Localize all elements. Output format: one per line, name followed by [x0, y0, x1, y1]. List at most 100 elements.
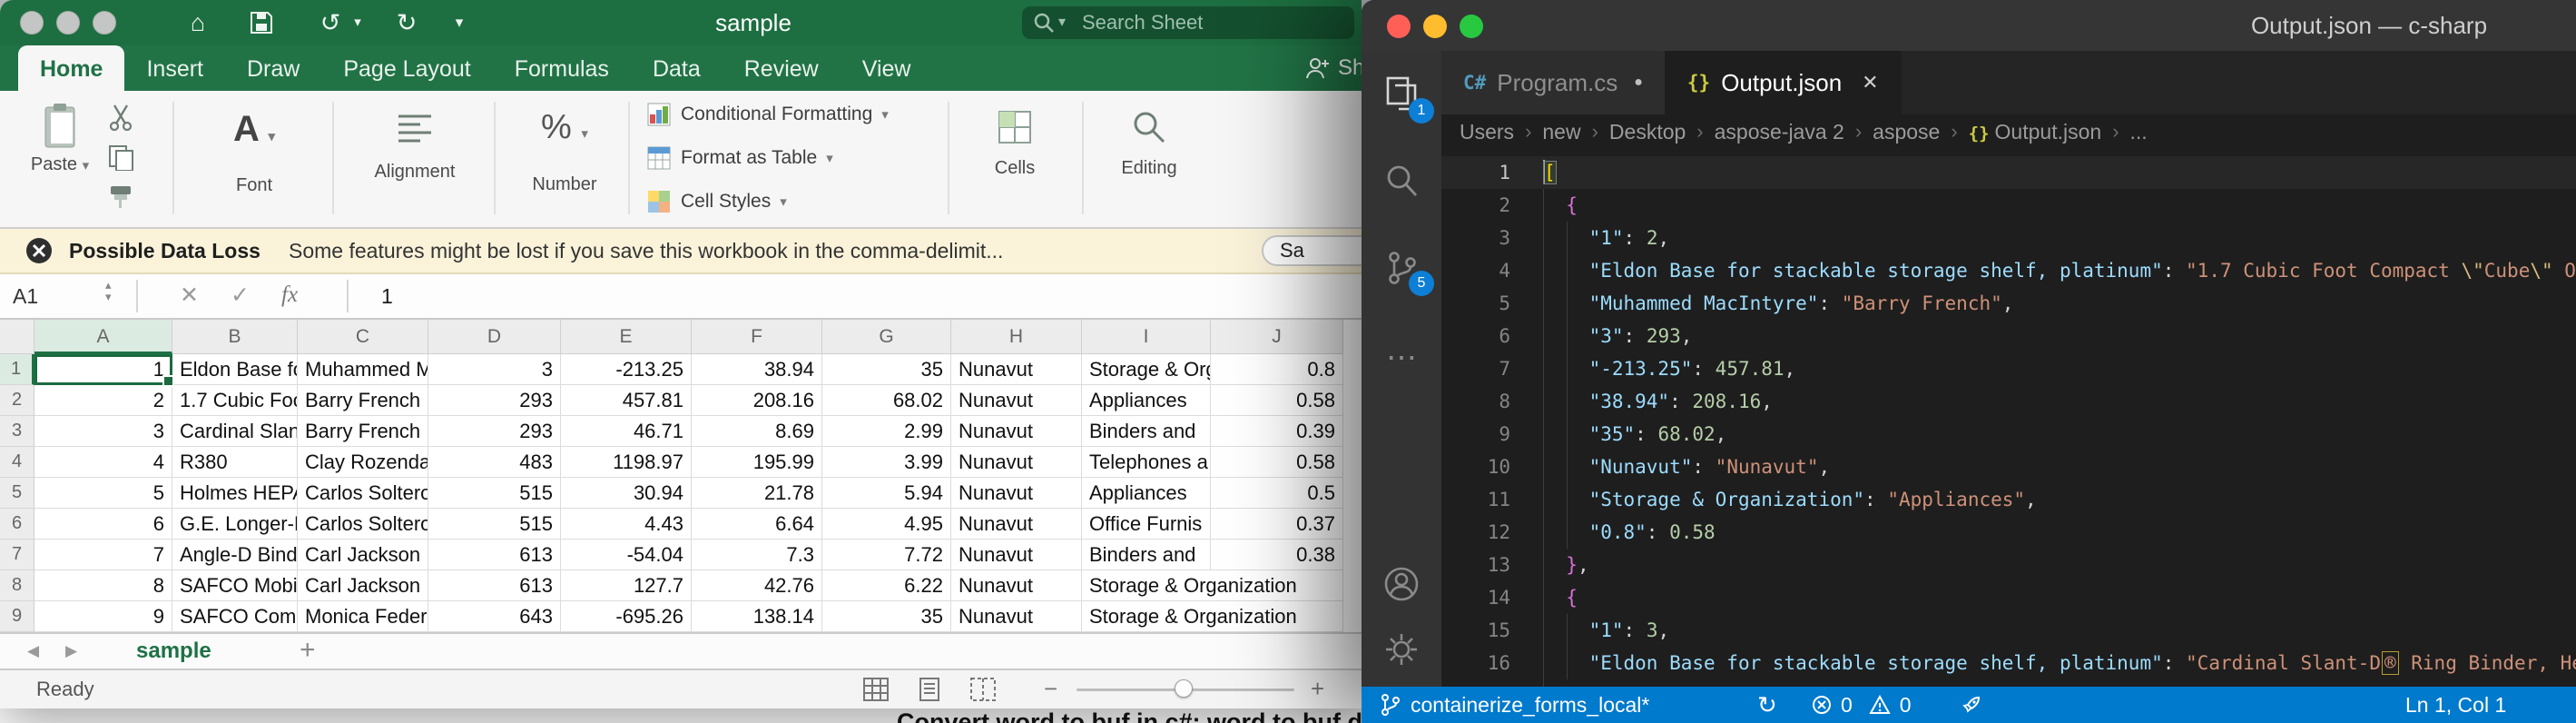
cell-J1[interactable]: 0.8 — [1211, 354, 1343, 385]
name-box[interactable]: A1 — [13, 274, 38, 318]
cell-B2[interactable]: 1.7 Cubic Foo — [172, 385, 298, 416]
cell-D2[interactable]: 293 — [428, 385, 561, 416]
cell-H6[interactable]: Nunavut — [951, 509, 1082, 540]
ribbon-tab-review[interactable]: Review — [723, 45, 841, 91]
alignment-group[interactable]: Alignment — [347, 104, 483, 183]
zoom-window-button[interactable] — [93, 11, 116, 35]
column-header-D[interactable]: D — [428, 320, 561, 354]
cell-A9[interactable]: 9 — [34, 601, 172, 632]
cell-F5[interactable]: 21.78 — [692, 478, 822, 509]
cell-H1[interactable]: Nunavut — [951, 354, 1082, 385]
line-number[interactable]: 8 — [1441, 385, 1510, 418]
line-number[interactable]: 11 — [1441, 483, 1510, 516]
cell-J2[interactable]: 0.58 — [1211, 385, 1343, 416]
modified-dot-icon[interactable]: ● — [1634, 74, 1643, 91]
column-header-J[interactable]: J — [1211, 320, 1343, 354]
cell-C6[interactable]: Carlos Soltero — [298, 509, 428, 540]
code-line[interactable]: }, — [1543, 549, 1589, 581]
previous-sheet-icon[interactable]: ◀ — [27, 634, 39, 669]
cell-E9[interactable]: -695.26 — [561, 601, 692, 632]
cell-I4[interactable]: Telephones a — [1082, 447, 1211, 478]
cell-C7[interactable]: Carl Jackson — [298, 540, 428, 570]
number-group[interactable]: % ▾ Number — [505, 104, 624, 195]
line-number[interactable]: 5 — [1441, 287, 1510, 320]
cell-D8[interactable]: 613 — [428, 570, 561, 601]
code-line[interactable]: "Nunavut": "Nunavut", — [1543, 451, 1830, 483]
minimize-window-button[interactable] — [1423, 15, 1447, 38]
cell-C3[interactable]: Barry French — [298, 416, 428, 447]
row-header-3[interactable]: 3 — [0, 416, 34, 447]
cell-F4[interactable]: 195.99 — [692, 447, 822, 478]
cell-H3[interactable]: Nunavut — [951, 416, 1082, 447]
cell-G2[interactable]: 68.02 — [822, 385, 951, 416]
cell-A5[interactable]: 5 — [34, 478, 172, 509]
cell-D1[interactable]: 3 — [428, 354, 561, 385]
redo-icon[interactable]: ↻ — [388, 0, 425, 45]
code-line[interactable]: "35": 68.02, — [1543, 418, 1726, 451]
more-views-icon[interactable]: ⋯ — [1362, 340, 1441, 376]
row-header-2[interactable]: 2 — [0, 385, 34, 416]
column-header-C[interactable]: C — [298, 320, 428, 354]
breadcrumb-item[interactable]: Users — [1460, 120, 1514, 144]
problems-item[interactable]: 0 0 — [1812, 687, 1912, 723]
row-header-1[interactable]: 1 — [0, 354, 34, 385]
code-line[interactable]: "1": 3, — [1543, 614, 1669, 647]
cell-I3[interactable]: Binders and — [1082, 416, 1211, 447]
column-header-F[interactable]: F — [692, 320, 822, 354]
breadcrumb-item[interactable]: {}Output.json — [1969, 120, 2102, 144]
line-number[interactable]: 2 — [1441, 189, 1510, 222]
line-number[interactable]: 9 — [1441, 418, 1510, 451]
cell-G3[interactable]: 2.99 — [822, 416, 951, 447]
cell-A4[interactable]: 4 — [34, 447, 172, 478]
name-box-stepper[interactable]: ▴▾ — [105, 279, 112, 302]
breadcrumb-item[interactable]: aspose-java 2 — [1715, 120, 1844, 144]
code-line[interactable]: "3": 293, — [1543, 320, 1692, 352]
tab-program-cs[interactable]: C# Program.cs ● — [1441, 51, 1666, 114]
settings-gear-icon[interactable] — [1362, 630, 1441, 669]
cell-B9[interactable]: SAFCO Comm — [172, 601, 298, 632]
cell-I9[interactable]: Storage & Organization — [1082, 601, 1211, 632]
cell-J7[interactable]: 0.38 — [1211, 540, 1343, 570]
cell-F8[interactable]: 42.76 — [692, 570, 822, 601]
code-line[interactable]: "Eldon Base for stackable storage shelf,… — [1543, 254, 2576, 287]
cursor-position[interactable]: Ln 1, Col 1 — [2405, 687, 2506, 723]
breadcrumb-item[interactable]: aspose — [1873, 120, 1940, 144]
code-line[interactable]: "Muhammed MacIntyre": "Barry French", — [1543, 287, 2013, 320]
conditional-formatting-button[interactable]: Conditional Formatting ▾ — [646, 102, 889, 127]
cell-E4[interactable]: 1198.97 — [561, 447, 692, 478]
cell-E2[interactable]: 457.81 — [561, 385, 692, 416]
cell-I7[interactable]: Binders and — [1082, 540, 1211, 570]
ribbon-tab-data[interactable]: Data — [631, 45, 723, 91]
ribbon-tab-home[interactable]: Home — [18, 45, 124, 91]
ribbon-tab-formulas[interactable]: Formulas — [493, 45, 631, 91]
cell-B7[interactable]: Angle-D Bind — [172, 540, 298, 570]
cell-J4[interactable]: 0.58 — [1211, 447, 1343, 478]
font-group[interactable]: A ▾ Font — [187, 104, 321, 196]
page-break-view-icon[interactable] — [969, 677, 997, 702]
cell-B1[interactable]: Eldon Base fo — [172, 354, 298, 385]
insert-function-icon[interactable]: fx — [281, 274, 298, 316]
cell-E5[interactable]: 30.94 — [561, 478, 692, 509]
cell-I6[interactable]: Office Furnis — [1082, 509, 1211, 540]
page-layout-view-icon[interactable] — [917, 677, 942, 702]
search-icon[interactable] — [1362, 162, 1441, 200]
cell-B4[interactable]: R380 — [172, 447, 298, 478]
close-tab-icon[interactable]: ✕ — [1862, 71, 1878, 94]
column-header-I[interactable]: I — [1082, 320, 1211, 354]
tab-output-json[interactable]: {} Output.json ✕ — [1666, 51, 1902, 114]
save-icon[interactable] — [243, 0, 280, 45]
cell-E8[interactable]: 127.7 — [561, 570, 692, 601]
undo-icon[interactable]: ↺ — [312, 0, 349, 45]
zoom-out-icon[interactable]: − — [1044, 670, 1057, 707]
cell-G9[interactable]: 35 — [822, 601, 951, 632]
explorer-icon[interactable]: 1 — [1362, 74, 1441, 113]
line-number[interactable]: 14 — [1441, 581, 1510, 614]
breadcrumb-item[interactable]: new — [1542, 120, 1580, 144]
cell-D5[interactable]: 515 — [428, 478, 561, 509]
line-number[interactable]: 15 — [1441, 614, 1510, 647]
share-button[interactable]: Sh — [1303, 45, 1362, 91]
cell-H7[interactable]: Nunavut — [951, 540, 1082, 570]
toolbar-caret-icon[interactable]: ▾ — [450, 0, 468, 45]
row-header-6[interactable]: 6 — [0, 509, 34, 540]
cell-H4[interactable]: Nunavut — [951, 447, 1082, 478]
